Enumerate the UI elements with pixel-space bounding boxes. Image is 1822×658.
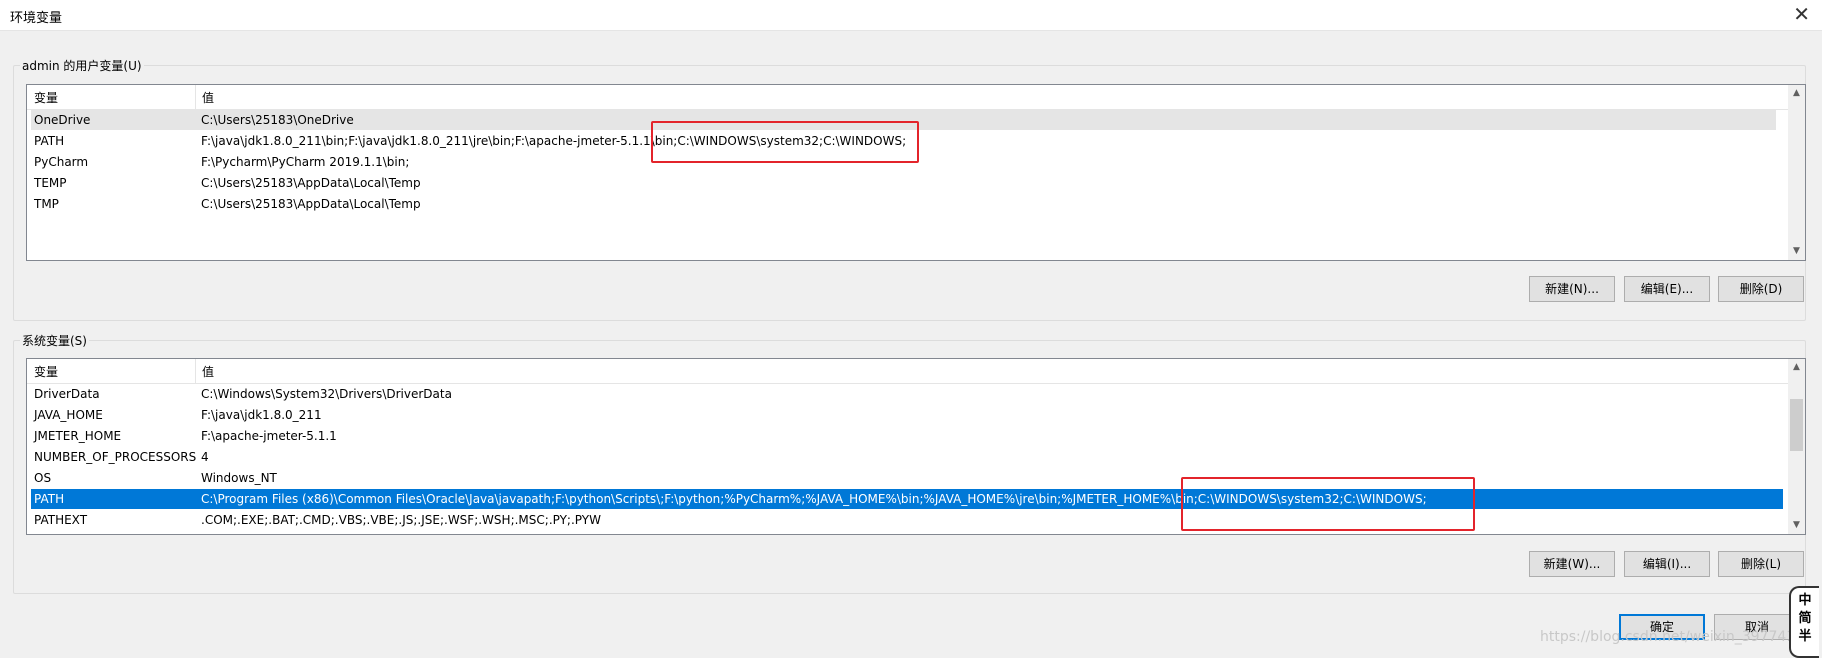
- variable-value: C:\Users\25183\OneDrive: [201, 113, 354, 127]
- column-separator[interactable]: [195, 359, 196, 383]
- variable-name: OneDrive: [34, 113, 91, 127]
- table-row[interactable]: TEMP C:\Users\25183\AppData\Local\Temp: [31, 173, 1776, 193]
- variable-value: C:\Windows\System32\Drivers\DriverData: [201, 387, 452, 401]
- watermark-text: https://blog.csdn.net/weixin_39774158: [1540, 629, 1814, 645]
- column-header-variable[interactable]: 变量: [34, 363, 58, 380]
- variable-value: .COM;.EXE;.BAT;.CMD;.VBS;.VBE;.JS;.JSE;.…: [201, 513, 601, 527]
- column-header-variable[interactable]: 变量: [34, 89, 58, 106]
- variable-name: OS: [34, 471, 52, 485]
- variable-name: PyCharm: [34, 155, 89, 169]
- variable-value: F:\apache-jmeter-5.1.1: [201, 429, 337, 443]
- ime-indicator[interactable]: 中 简 半: [1789, 586, 1819, 658]
- variable-value: C:\Users\25183\AppData\Local\Temp: [201, 176, 421, 190]
- scrollbar-thumb[interactable]: [1790, 399, 1803, 451]
- variable-name: PATH: [34, 492, 65, 506]
- scroll-up-arrow-icon[interactable]: ▲: [1788, 359, 1805, 376]
- variable-value: F:\Pycharm\PyCharm 2019.1.1\bin;: [201, 155, 410, 169]
- close-icon[interactable]: ✕: [1793, 2, 1810, 26]
- variable-name: NUMBER_OF_PROCESSORS: [34, 450, 197, 464]
- table-row[interactable]: JAVA_HOME F:\java\jdk1.8.0_211: [31, 405, 1783, 425]
- system-edit-button[interactable]: 编辑(I)...: [1624, 551, 1710, 577]
- user-edit-button[interactable]: 编辑(E)...: [1624, 276, 1710, 302]
- window-title: 环境变量: [10, 11, 63, 26]
- variable-name: JAVA_HOME: [34, 408, 103, 422]
- variable-name: TEMP: [34, 176, 67, 190]
- variable-value: C:\Program Files (x86)\Common Files\Orac…: [201, 492, 1427, 506]
- variable-value: F:\java\jdk1.8.0_211: [201, 408, 322, 422]
- ime-mode-text: 中: [1798, 593, 1812, 608]
- variable-name: JMETER_HOME: [34, 429, 122, 443]
- system-new-button[interactable]: 新建(W)...: [1529, 551, 1615, 577]
- system-variables-label: 系统变量(S): [20, 332, 89, 349]
- ime-script-text: 简: [1798, 611, 1812, 626]
- scroll-down-arrow-icon[interactable]: ▼: [1788, 243, 1805, 260]
- system-delete-button[interactable]: 删除(L): [1718, 551, 1804, 577]
- system-list-scrollbar[interactable]: ▲ ▼: [1788, 359, 1805, 534]
- table-row[interactable]: NUMBER_OF_PROCESSORS 4: [31, 447, 1783, 467]
- title-bar: 环境变量 ✕: [0, 0, 1822, 31]
- user-new-button[interactable]: 新建(N)...: [1529, 276, 1615, 302]
- table-row[interactable]: PATH F:\java\jdk1.8.0_211\bin;F:\java\jd…: [31, 131, 1776, 151]
- variable-name: PATHEXT: [34, 513, 88, 527]
- variable-value: 4: [201, 450, 209, 464]
- user-variables-label: admin 的用户变量(U): [20, 57, 144, 74]
- table-row[interactable]: OneDrive C:\Users\25183\OneDrive: [31, 110, 1776, 130]
- column-header-value[interactable]: 值: [202, 363, 214, 380]
- table-row[interactable]: OS Windows_NT: [31, 468, 1783, 488]
- variable-value: C:\Users\25183\AppData\Local\Temp: [201, 197, 421, 211]
- column-separator[interactable]: [195, 85, 196, 109]
- user-delete-button[interactable]: 删除(D): [1718, 276, 1804, 302]
- table-row[interactable]: JMETER_HOME F:\apache-jmeter-5.1.1: [31, 426, 1783, 446]
- variable-name: DriverData: [34, 387, 100, 401]
- scroll-up-arrow-icon[interactable]: ▲: [1788, 85, 1805, 102]
- table-row[interactable]: PATHEXT .COM;.EXE;.BAT;.CMD;.VBS;.VBE;.J…: [31, 510, 1783, 530]
- system-variables-list[interactable]: 变量 值 DriverData C:\Windows\System32\Driv…: [26, 358, 1806, 535]
- variable-name: PATH: [34, 134, 65, 148]
- scroll-down-arrow-icon[interactable]: ▼: [1788, 517, 1805, 534]
- table-row[interactable]: DriverData C:\Windows\System32\Drivers\D…: [31, 384, 1783, 404]
- table-row[interactable]: TMP C:\Users\25183\AppData\Local\Temp: [31, 194, 1776, 214]
- user-list-scrollbar[interactable]: ▲ ▼: [1788, 85, 1805, 260]
- user-variables-list[interactable]: 变量 值 OneDrive C:\Users\25183\OneDrive PA…: [26, 84, 1806, 261]
- ime-width-text: 半: [1798, 629, 1812, 644]
- list-header: 变量 值: [27, 359, 1805, 384]
- list-header: 变量 值: [27, 85, 1805, 110]
- variable-value: Windows_NT: [201, 471, 277, 485]
- table-row-selected[interactable]: PATH C:\Program Files (x86)\Common Files…: [31, 489, 1783, 509]
- variable-name: TMP: [34, 197, 59, 211]
- column-header-value[interactable]: 值: [202, 89, 214, 106]
- table-row[interactable]: PyCharm F:\Pycharm\PyCharm 2019.1.1\bin;: [31, 152, 1776, 172]
- variable-value: F:\java\jdk1.8.0_211\bin;F:\java\jdk1.8.…: [201, 134, 907, 148]
